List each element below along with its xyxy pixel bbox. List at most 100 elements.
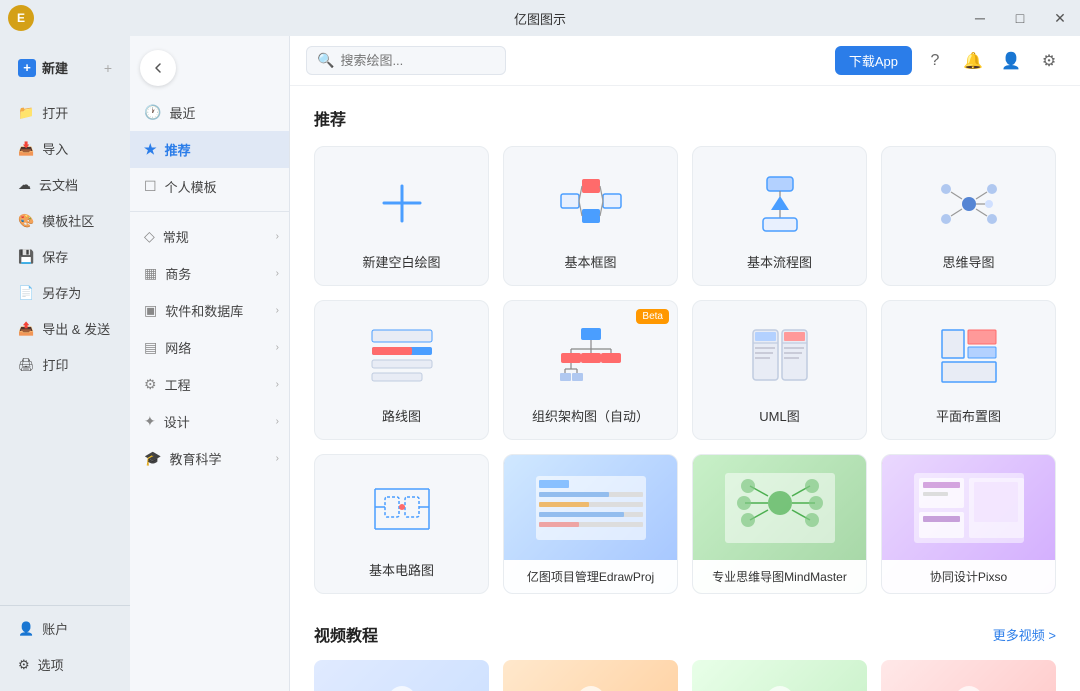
- save-label: 保存: [42, 247, 68, 266]
- download-app-button[interactable]: 下载App: [835, 46, 912, 75]
- template-card-mindmap[interactable]: 思维导图: [881, 146, 1056, 286]
- template-card-basic-frame[interactable]: 基本框图: [503, 146, 678, 286]
- recommend-section-title: 推荐: [314, 106, 1056, 130]
- sidebar-item-saveas[interactable]: 📄 另存为: [6, 275, 124, 310]
- pixso-label: 协同设计Pixso: [882, 560, 1055, 593]
- basic-frame-icon: [556, 165, 626, 242]
- video-item-4[interactable]: [881, 660, 1056, 691]
- general-arrow-icon: ›: [276, 231, 279, 242]
- account-icon: 👤: [18, 621, 34, 637]
- nav-item-network[interactable]: ▤ 网络 ›: [130, 329, 289, 366]
- nav-item-recommend[interactable]: ★ 推荐: [130, 131, 289, 168]
- blank-icon: [372, 165, 432, 242]
- blank-label: 新建空白绘图: [362, 252, 440, 271]
- main-content: 🔍 下载App ? 🔔 👤 ⚙ 推荐: [290, 36, 1080, 691]
- sidebar-item-cloud[interactable]: ☁ 云文档: [6, 167, 124, 202]
- export-label: 导出 & 发送: [42, 319, 110, 338]
- template-card-pixso[interactable]: 产品推荐 协同设计Pixso: [881, 454, 1056, 594]
- nav-education-label: 教育科学: [169, 449, 221, 468]
- edrawproj-label: 亿图项目管理EdrawProj: [504, 560, 677, 593]
- settings-icon-btn[interactable]: ⚙: [1034, 46, 1064, 76]
- nav-item-education[interactable]: 🎓 教育科学 ›: [130, 440, 289, 477]
- search-box[interactable]: 🔍: [306, 46, 506, 75]
- app-title: 亿图图示: [514, 9, 566, 28]
- save-icon: 💾: [18, 249, 34, 265]
- title-bar: E 亿图图示 ─ □ ✕: [0, 0, 1080, 36]
- sidebar-item-settings[interactable]: ⚙ 选项: [6, 647, 124, 682]
- close-button[interactable]: ✕: [1040, 0, 1080, 36]
- nav-recommend-label: 推荐: [165, 140, 191, 159]
- new-icon: +: [18, 59, 36, 77]
- uml-label: UML图: [759, 406, 799, 425]
- folder-icon: 📁: [18, 105, 34, 121]
- business-arrow-icon: ›: [276, 268, 279, 279]
- help-icon-btn[interactable]: ?: [920, 46, 950, 76]
- general-icon: ◇: [144, 228, 155, 245]
- sidebar-item-account[interactable]: 👤 账户: [6, 611, 124, 646]
- maximize-button[interactable]: □: [1000, 0, 1040, 36]
- nav-item-recent[interactable]: 🕐 最近: [130, 94, 289, 131]
- sidebar-item-template[interactable]: 🎨 模板社区: [6, 203, 124, 238]
- flowchart-label: 基本流程图: [747, 252, 812, 271]
- sidebar-item-print[interactable]: 🖨 打印: [6, 347, 124, 382]
- video-item-3[interactable]: 马上收录导航: [692, 660, 867, 691]
- network-icon: ▤: [144, 339, 157, 356]
- circuit-icon: [367, 473, 437, 550]
- settings-icon: ⚙: [18, 657, 30, 673]
- template-card-blank[interactable]: 新建空白绘图: [314, 146, 489, 286]
- uml-icon: [745, 319, 815, 396]
- nav-item-personal[interactable]: ☐ 个人模板: [130, 168, 289, 205]
- nav-network-label: 网络: [165, 338, 191, 357]
- nav-general-label: 常规: [163, 227, 189, 246]
- sidebar-item-import[interactable]: 📥 导入: [6, 131, 124, 166]
- nav-item-software[interactable]: ▣ 软件和数据库 ›: [130, 292, 289, 329]
- engineering-icon: ⚙: [144, 376, 157, 393]
- design-arrow-icon: ›: [276, 416, 279, 427]
- video-item-1[interactable]: [314, 660, 489, 691]
- video-item-2[interactable]: [503, 660, 678, 691]
- template-card-routing[interactable]: 路线图: [314, 300, 489, 440]
- notification-icon-btn[interactable]: 🔔: [958, 46, 988, 76]
- print-label: 打印: [43, 355, 69, 374]
- recommend-icon: ★: [144, 141, 157, 158]
- org-icon: [556, 319, 626, 396]
- sidebar-item-export[interactable]: 📤 导出 & 发送: [6, 311, 124, 346]
- template-card-mindmaster[interactable]: 产品推荐: [692, 454, 867, 594]
- minimize-button[interactable]: ─: [960, 0, 1000, 36]
- import-icon: 📥: [18, 141, 34, 157]
- cloud-label: 云文档: [39, 175, 78, 194]
- new-plus-icon[interactable]: +: [104, 60, 112, 76]
- network-arrow-icon: ›: [276, 342, 279, 353]
- pixso-preview: [882, 455, 1055, 560]
- template-card-uml[interactable]: UML图: [692, 300, 867, 440]
- floorplan-label: 平面布置图: [936, 406, 1001, 425]
- recent-icon: 🕐: [144, 104, 161, 121]
- new-label: 新建: [42, 58, 68, 77]
- saveas-label: 另存为: [42, 283, 81, 302]
- back-button[interactable]: [140, 50, 176, 86]
- sidebar-item-open[interactable]: 📁 打开: [6, 95, 124, 130]
- software-arrow-icon: ›: [276, 305, 279, 316]
- template-card-flowchart[interactable]: 基本流程图: [692, 146, 867, 286]
- nav-business-label: 商务: [165, 264, 191, 283]
- nav-item-engineering[interactable]: ⚙ 工程 ›: [130, 366, 289, 403]
- export-icon: 📤: [18, 321, 34, 337]
- template-card-floorplan[interactable]: 平面布置图: [881, 300, 1056, 440]
- template-card-circuit[interactable]: 基本电路图: [314, 454, 489, 594]
- floorplan-icon: [934, 319, 1004, 396]
- template-card-org[interactable]: Beta: [503, 300, 678, 440]
- search-input[interactable]: [340, 53, 480, 68]
- beta-badge: Beta: [636, 309, 669, 324]
- nav-item-general[interactable]: ◇ 常规 ›: [130, 218, 289, 255]
- video-section-header: 视频教程 更多视频 >: [314, 622, 1056, 646]
- sidebar-item-save[interactable]: 💾 保存: [6, 239, 124, 274]
- window-controls: ─ □ ✕: [960, 0, 1080, 36]
- user-avatar[interactable]: E: [8, 5, 34, 31]
- app-body: + 新建 + 📁 打开 📥 导入 ☁ 云文档 🎨 模板社区 💾: [0, 36, 1080, 691]
- template-card-edrawproj[interactable]: 产品推荐: [503, 454, 678, 594]
- more-videos-link[interactable]: 更多视频 >: [993, 625, 1056, 644]
- user-icon-btn[interactable]: 👤: [996, 46, 1026, 76]
- print-icon: 🖨: [18, 357, 35, 373]
- nav-item-business[interactable]: ▦ 商务 ›: [130, 255, 289, 292]
- nav-item-design[interactable]: ✦ 设计 ›: [130, 403, 289, 440]
